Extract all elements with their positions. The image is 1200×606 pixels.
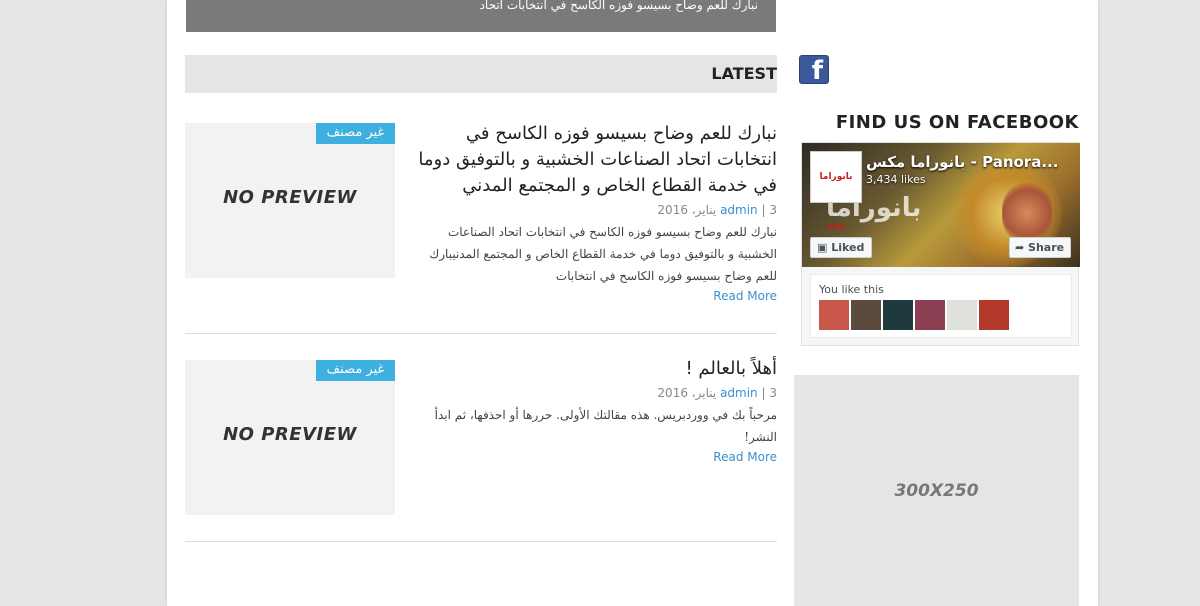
facebook-friends-box: You like this <box>810 274 1072 338</box>
friend-avatar[interactable] <box>947 300 977 330</box>
latest-heading: LATEST <box>711 64 777 83</box>
read-more-link[interactable]: Read More <box>407 450 777 464</box>
category-badge[interactable]: غير مصنف <box>316 360 395 381</box>
post-date: يناير، 2016 <box>657 203 717 217</box>
facebook-page-name[interactable]: بانوراما مكس - Panora... <box>866 153 1058 171</box>
post-title[interactable]: أهلاً بالعالم ! <box>407 356 777 382</box>
post-excerpt: مرحباً بك في ووردبريس. هذه مقالتك الأولى… <box>434 408 777 444</box>
facebook-page-likes: 3,434 likes <box>866 173 926 186</box>
facebook-cover-image[interactable]: بانوراما بانوراما mix بانوراما مكس - Pan… <box>802 143 1080 267</box>
friend-avatar[interactable] <box>979 300 1009 330</box>
post-day: 3 <box>769 203 777 217</box>
post-divider <box>185 541 777 542</box>
facebook-page-widget: بانوراما بانوراما mix بانوراما مكس - Pan… <box>801 142 1080 346</box>
facebook-share-button[interactable]: ➦ Share <box>1009 237 1071 258</box>
post-thumbnail[interactable]: NO PREVIEW غير مصنف <box>185 360 395 515</box>
post-body: أهلاً بالعالم ! 3 | admin يناير، 2016 مر… <box>407 356 777 464</box>
latest-section-header: LATEST <box>185 55 777 93</box>
post-day: 3 <box>769 386 777 400</box>
featured-banner[interactable]: نبارك للعم وضاح بسيسو فوزه الكاسح في انت… <box>186 0 776 32</box>
share-label: Share <box>1028 241 1065 254</box>
read-more-link[interactable]: Read More <box>407 289 777 303</box>
post-author[interactable]: admin <box>720 203 758 217</box>
liked-label: Liked <box>831 241 865 254</box>
post-body: نبارك للعم وضاح بسيسو فوزه الكاسح في انت… <box>407 121 777 303</box>
meta-separator: | <box>757 386 766 400</box>
facebook-widget-heading: FIND US ON FACEBOOK <box>835 112 1079 133</box>
cover-face <box>1002 183 1052 243</box>
no-preview-label: NO PREVIEW <box>223 424 357 445</box>
no-preview-label: NO PREVIEW <box>223 187 357 208</box>
like-icon: ▣ <box>817 241 832 254</box>
friend-avatars <box>819 300 1011 330</box>
facebook-page-logo[interactable]: بانوراما mix <box>810 151 862 232</box>
banner-caption[interactable]: نبارك للعم وضاح بسيسو فوزه الكاسح في انت… <box>480 0 758 12</box>
friend-avatar[interactable] <box>851 300 881 330</box>
facebook-liked-button[interactable]: ▣ Liked <box>810 237 872 258</box>
post-thumbnail[interactable]: NO PREVIEW غير مصنف <box>185 123 395 278</box>
meta-separator: | <box>757 203 766 217</box>
friend-avatar[interactable] <box>819 300 849 330</box>
facebook-icon[interactable]: f <box>799 55 829 84</box>
post-item: NO PREVIEW غير مصنف نبارك للعم وضاح بسيس… <box>185 123 777 313</box>
post-title[interactable]: نبارك للعم وضاح بسيسو فوزه الكاسح في انت… <box>407 121 777 199</box>
share-icon: ➦ <box>1015 241 1029 254</box>
post-meta: 3 | admin يناير، 2016 <box>407 203 777 217</box>
post-author[interactable]: admin <box>720 386 758 400</box>
post-divider <box>185 333 777 334</box>
friend-avatar[interactable] <box>883 300 913 330</box>
ad-placeholder[interactable]: 300X250 <box>794 375 1079 606</box>
post-item: NO PREVIEW غير مصنف أهلاً بالعالم ! 3 | … <box>185 358 777 520</box>
post-meta: 3 | admin يناير، 2016 <box>407 386 777 400</box>
you-like-this-label: You like this <box>819 283 884 296</box>
ad-size-label: 300X250 <box>894 481 979 501</box>
category-badge[interactable]: غير مصنف <box>316 123 395 144</box>
post-excerpt: نبارك للعم وضاح بسيسو فوزه الكاسح في انت… <box>429 225 777 283</box>
post-date: يناير، 2016 <box>657 386 717 400</box>
friend-avatar[interactable] <box>915 300 945 330</box>
